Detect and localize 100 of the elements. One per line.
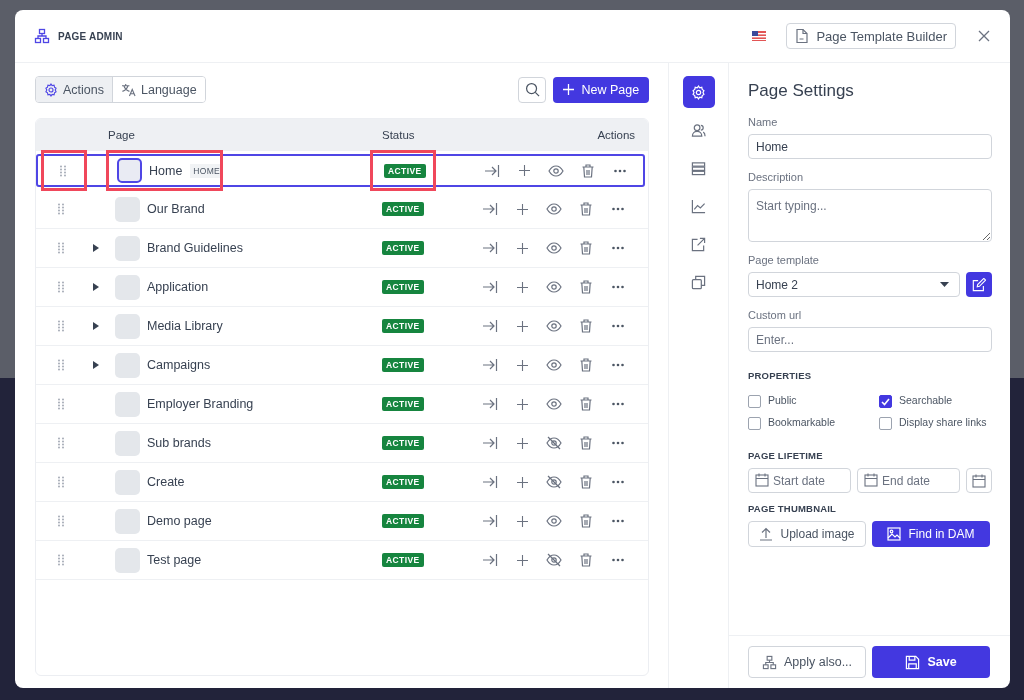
trash-icon[interactable] — [580, 475, 592, 489]
page-row[interactable]: Application ACTIVE — [36, 268, 649, 307]
eye-icon[interactable] — [546, 281, 562, 293]
more-icon[interactable] — [612, 480, 624, 484]
settings-tab[interactable] — [682, 76, 715, 108]
more-icon[interactable] — [612, 207, 624, 211]
drag-handle-icon[interactable] — [58, 281, 64, 293]
page-template-builder-button[interactable]: Page Template Builder — [786, 23, 956, 49]
trash-icon[interactable] — [580, 436, 592, 450]
more-icon[interactable] — [612, 285, 624, 289]
plus-icon[interactable] — [516, 359, 528, 371]
eye-icon[interactable] — [546, 203, 562, 215]
move-to-icon[interactable] — [482, 319, 498, 333]
name-field[interactable]: Home — [748, 134, 992, 159]
more-icon[interactable] — [612, 402, 624, 406]
search-button[interactable] — [518, 76, 547, 103]
trash-icon[interactable] — [580, 358, 592, 372]
caret-icon[interactable] — [93, 283, 99, 291]
move-to-icon[interactable] — [482, 241, 498, 255]
move-to-icon[interactable] — [482, 514, 498, 528]
more-icon[interactable] — [612, 246, 624, 250]
trash-icon[interactable] — [580, 280, 592, 294]
page-row[interactable]: Test page ACTIVE — [36, 541, 649, 580]
more-icon[interactable] — [612, 324, 624, 328]
drag-handle-icon[interactable] — [58, 554, 64, 566]
find-in-dam-button[interactable]: Find in DAM — [872, 521, 990, 547]
more-icon[interactable] — [612, 519, 624, 523]
move-to-icon[interactable] — [482, 436, 498, 450]
checkbox[interactable] — [748, 395, 761, 408]
drag-handle-icon[interactable] — [58, 476, 64, 488]
drag-handle-icon[interactable] — [58, 437, 64, 449]
plus-icon[interactable] — [516, 554, 528, 566]
start-date-field[interactable]: Start date — [748, 468, 851, 493]
description-field[interactable]: Start typing... — [748, 189, 992, 242]
eye-off-icon[interactable] — [546, 436, 562, 450]
plus-icon[interactable] — [516, 398, 528, 410]
page-row[interactable]: Campaigns ACTIVE — [36, 346, 649, 385]
page-row[interactable]: Media Library ACTIVE — [36, 307, 649, 346]
eye-icon[interactable] — [546, 242, 562, 254]
trash-icon[interactable] — [580, 319, 592, 333]
trash-icon[interactable] — [580, 514, 592, 528]
caret-icon[interactable] — [93, 322, 99, 330]
plus-icon[interactable] — [516, 203, 528, 215]
plus-icon[interactable] — [518, 165, 530, 176]
eye-icon[interactable] — [548, 164, 564, 177]
eye-icon[interactable] — [546, 398, 562, 410]
move-to-icon[interactable] — [482, 202, 498, 216]
more-icon[interactable] — [612, 558, 624, 562]
plus-icon[interactable] — [516, 515, 528, 527]
eye-off-icon[interactable] — [546, 475, 562, 489]
apply-also-button[interactable]: Apply also... — [748, 646, 866, 678]
page-row[interactable]: Our Brand ACTIVE — [36, 190, 649, 229]
trash-icon[interactable] — [580, 202, 592, 216]
plus-icon[interactable] — [516, 242, 528, 254]
trash-icon[interactable] — [580, 241, 592, 255]
drag-handle-icon[interactable] — [58, 320, 64, 332]
eye-off-icon[interactable] — [546, 553, 562, 567]
calendar-button[interactable] — [966, 468, 992, 493]
move-to-icon[interactable] — [484, 163, 500, 178]
plus-icon[interactable] — [516, 476, 528, 488]
page-row[interactable]: Employer Branding ACTIVE — [36, 385, 649, 424]
drag-handle-icon[interactable] — [58, 398, 64, 410]
move-to-icon[interactable] — [482, 475, 498, 489]
move-to-icon[interactable] — [482, 358, 498, 372]
more-icon[interactable] — [614, 168, 626, 173]
drag-handle-icon[interactable] — [58, 359, 64, 371]
move-to-icon[interactable] — [482, 280, 498, 294]
page-row[interactable]: Brand Guidelines ACTIVE — [36, 229, 649, 268]
close-icon[interactable] — [978, 30, 990, 42]
template-dropdown[interactable]: Home 2 — [748, 272, 960, 297]
page-row[interactable]: Demo page ACTIVE — [36, 502, 649, 541]
caret-icon[interactable] — [93, 244, 99, 252]
caret-icon[interactable] — [93, 361, 99, 369]
toolbar-tab[interactable]: Actions — [36, 77, 112, 102]
new-page-button[interactable]: New Page — [553, 76, 650, 103]
upload-image-button[interactable]: Upload image — [748, 521, 866, 547]
page-row[interactable]: Sub brands ACTIVE — [36, 424, 649, 463]
save-button[interactable]: Save — [872, 646, 990, 678]
page-row[interactable]: Create ACTIVE — [36, 463, 649, 502]
checkbox[interactable] — [748, 417, 761, 430]
drag-handle-icon[interactable] — [58, 242, 64, 254]
move-to-icon[interactable] — [482, 397, 498, 411]
toolbar-tab[interactable]: Language — [112, 77, 205, 102]
eye-icon[interactable] — [546, 515, 562, 527]
plus-icon[interactable] — [516, 281, 528, 293]
more-icon[interactable] — [612, 363, 624, 367]
drag-handle-icon[interactable] — [59, 164, 66, 177]
trash-icon[interactable] — [580, 397, 592, 411]
eye-icon[interactable] — [546, 320, 562, 332]
end-date-field[interactable]: End date — [857, 468, 960, 493]
checkbox[interactable] — [879, 395, 892, 408]
move-to-icon[interactable] — [482, 553, 498, 567]
plus-icon[interactable] — [516, 320, 528, 332]
more-icon[interactable] — [612, 441, 624, 445]
trash-icon[interactable] — [582, 163, 594, 178]
custom-url-field[interactable]: Enter... — [748, 327, 992, 352]
eye-icon[interactable] — [546, 359, 562, 371]
edit-template-button[interactable] — [966, 272, 992, 297]
drag-handle-icon[interactable] — [58, 515, 64, 527]
plus-icon[interactable] — [516, 437, 528, 449]
